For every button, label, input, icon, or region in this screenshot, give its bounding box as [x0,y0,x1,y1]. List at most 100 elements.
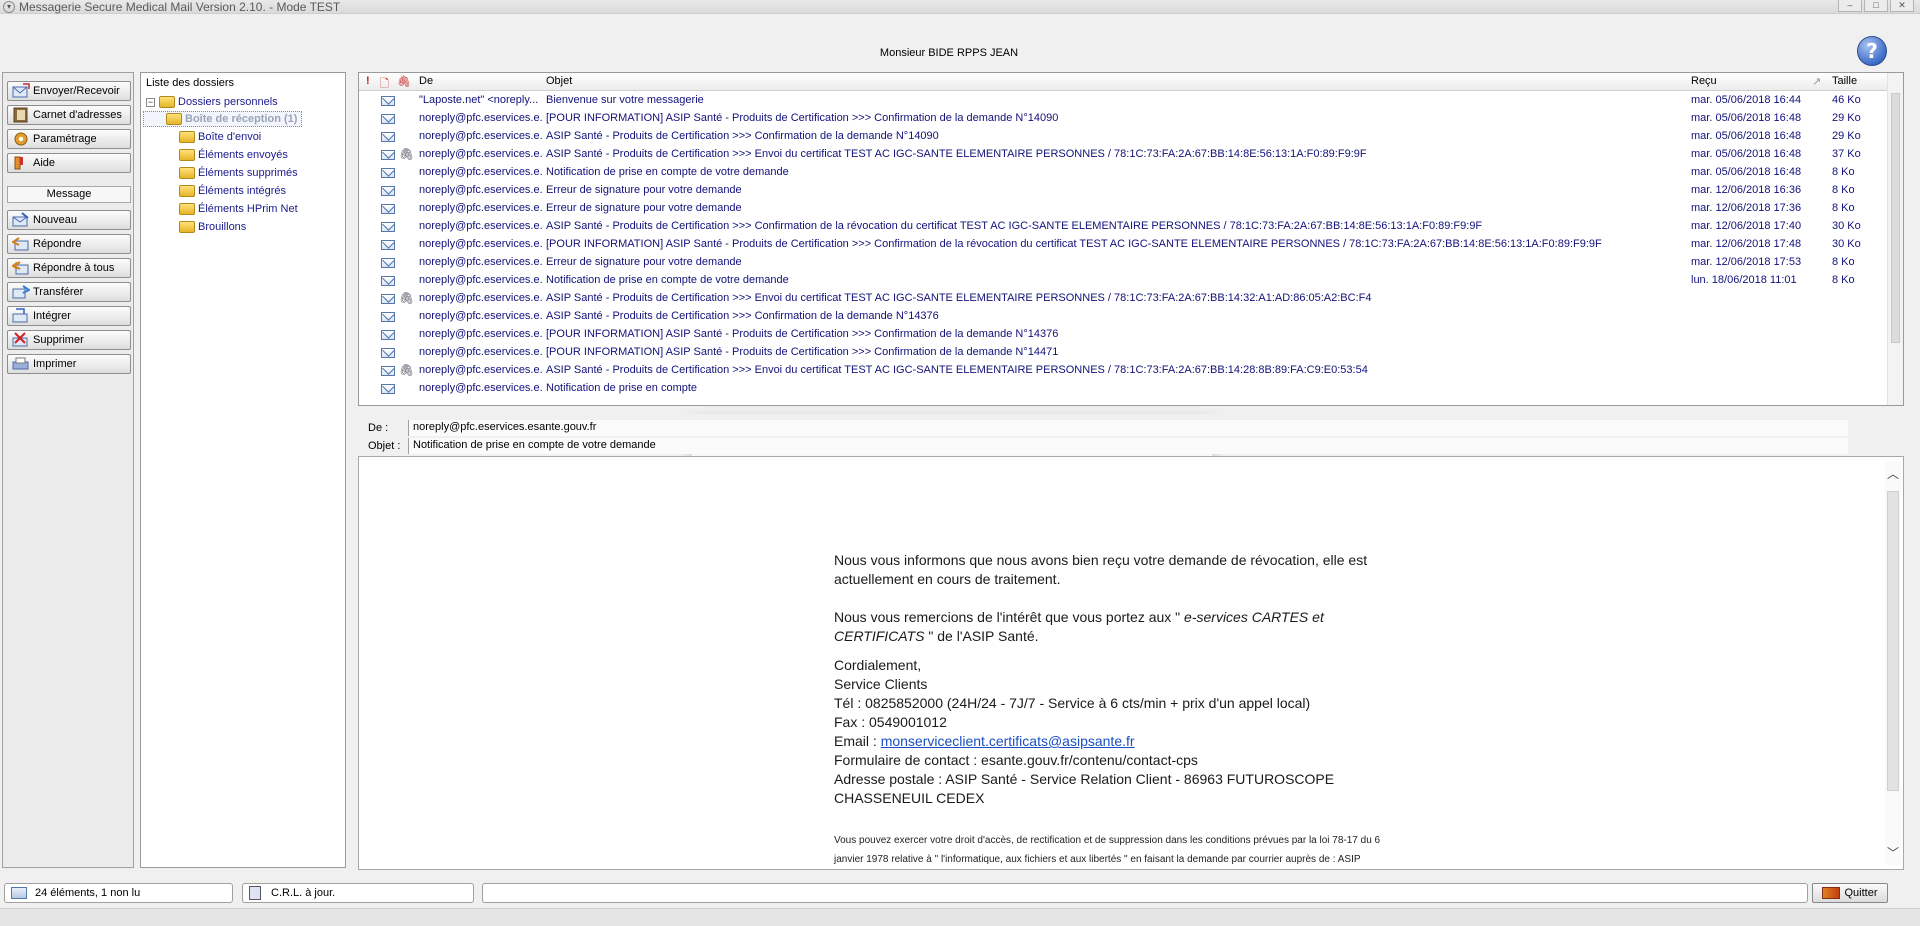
row-from: noreply@pfc.eservices.e... [419,166,543,178]
message-list-scroll-thumb[interactable] [1891,93,1900,343]
hprim-folder-icon [179,203,195,215]
help-button[interactable]: Aide [7,153,131,173]
help-icon[interactable]: ? [1857,36,1887,66]
reply-button[interactable]: Répondre [7,234,131,254]
mail-thanks-pre: Nous vous remercions de l'intérêt que vo… [834,609,1181,625]
envelope-icon [381,348,395,361]
row-from: noreply@pfc.eservices.e... [419,238,543,250]
row-from: noreply@pfc.eservices.e... [419,256,543,268]
status-bar: 24 éléments, 1 non lu C.R.L. à jour. Qui… [0,880,1920,906]
table-row[interactable]: noreply@pfc.eservices.e... ASIP Santé - P… [359,218,1887,236]
reply-all-button[interactable]: Répondre à tous [7,258,131,278]
folder-hprim-net[interactable]: Éléments HPrim Net [179,201,298,217]
table-row[interactable]: noreply@pfc.eservices.e... [POUR INFORMAT… [359,344,1887,362]
attachment-icon: 🖇 [399,363,415,377]
row-size: 46 Ko [1832,94,1861,106]
preview-scrollbar[interactable]: ︿ ﹀ [1885,461,1901,865]
folder-outbox[interactable]: Boîte d'envoi [179,129,261,145]
mail-closing: Cordialement, [834,657,922,673]
reply-all-icon [11,260,30,276]
mail-legal-line-2: janvier 1978 relative à " l'informatique… [834,854,1361,865]
attachment-icon: 🖇 [399,147,415,161]
folder-hprim-label: Éléments HPrim Net [198,203,298,215]
folder-sent[interactable]: Éléments envoyés [179,147,288,163]
row-from: noreply@pfc.eservices.e... [419,202,543,214]
attachment-icon: 🖇 [399,291,415,305]
scroll-down-icon[interactable]: ﹀ [1887,844,1899,861]
window-bottom-edge [0,908,1920,926]
col-from-header[interactable]: De [419,75,433,87]
table-row[interactable]: 🖇 noreply@pfc.eservices.e... ASIP Santé - … [359,146,1887,164]
mail-email-link[interactable]: monserviceclient.certificats@asipsante.f… [881,733,1135,749]
envelope-icon [381,186,395,199]
envelope-icon [381,276,395,289]
folder-deleted-label: Éléments supprimés [198,167,298,179]
settings-button[interactable]: Paramétrage [7,129,131,149]
row-subject: Erreur de signature pour votre demande [546,184,742,196]
message-list-scrollbar[interactable] [1887,73,1903,405]
system-menu-icon[interactable]: ▾ [3,0,15,13]
quit-button[interactable]: Quitter [1812,883,1888,903]
integrate-button[interactable]: Intégrer [7,306,131,326]
row-received: mar. 12/06/2018 16:36 [1691,184,1802,196]
close-button[interactable]: ✕ [1890,0,1914,12]
new-message-button[interactable]: Nouveau [7,210,131,230]
send-receive-button[interactable]: Envoyer/Recevoir [7,81,131,101]
table-row[interactable]: noreply@pfc.eservices.e... Notification d… [359,164,1887,182]
envelope-icon [381,96,395,109]
preview-subject-label: Objet : [368,440,401,452]
col-priority-header[interactable]: ! [366,75,370,87]
delete-button[interactable]: Supprimer [7,330,131,350]
table-row[interactable]: noreply@pfc.eservices.e... [POUR INFORMAT… [359,110,1887,128]
table-row[interactable]: noreply@pfc.eservices.e... Erreur de sign… [359,254,1887,272]
print-button[interactable]: Imprimer [7,354,131,374]
address-book-icon [12,107,30,123]
col-subject-header[interactable]: Objet [546,75,572,87]
deleted-folder-icon [179,167,195,179]
table-row[interactable]: noreply@pfc.eservices.e... Notification d… [359,380,1887,398]
tree-root-personal-folders[interactable]: − Dossiers personnels [146,94,278,110]
tree-collapse-toggle[interactable]: − [146,97,155,107]
message-list-header: ! 🗋 🖇 De Objet Reçu ↗ Taille [359,73,1903,91]
crl-document-icon [249,886,261,900]
sent-folder-icon [179,149,195,161]
forward-button[interactable]: Transférer [7,282,131,302]
table-row[interactable]: noreply@pfc.eservices.e... ASIP Santé - P… [359,308,1887,326]
col-size-header[interactable]: Taille [1832,75,1857,87]
table-row[interactable]: "Laposte.net" <noreply... Bienvenue sur v… [359,92,1887,110]
folder-drafts-label: Brouillons [198,221,247,233]
status-count: 24 éléments, 1 non lu [35,887,141,899]
preview-scroll-thumb[interactable] [1887,491,1899,791]
col-attachment-header[interactable]: 🖇 [397,75,411,88]
folder-inbox[interactable]: Boîte de réception (1) [143,111,303,127]
row-received: lun. 18/06/2018 11:01 [1691,274,1797,286]
table-row[interactable]: noreply@pfc.eservices.e... Erreur de sign… [359,182,1887,200]
table-row[interactable]: noreply@pfc.eservices.e... [POUR INFORMAT… [359,326,1887,344]
folder-drafts[interactable]: Brouillons [179,219,246,235]
mail-content: Nous vous informons que nous avons bien … [834,457,1394,869]
mailbox-status-icon [11,887,27,899]
address-book-button[interactable]: Carnet d'adresses [7,105,131,125]
table-row[interactable]: noreply@pfc.eservices.e... ASIP Santé - P… [359,128,1887,146]
status-empty-cell [482,883,1808,903]
maximize-button[interactable]: □ [1864,0,1888,12]
integrate-icon [12,308,30,324]
folder-deleted[interactable]: Éléments supprimés [179,165,298,181]
mail-contact-form: Formulaire de contact : esante.gouv.fr/c… [834,752,1198,768]
table-row[interactable]: noreply@pfc.eservices.e... [POUR INFORMAT… [359,236,1887,254]
table-row[interactable]: noreply@pfc.eservices.e... Erreur de sign… [359,200,1887,218]
folder-integrated[interactable]: Éléments intégrés [179,183,286,199]
table-row[interactable]: 🖇 noreply@pfc.eservices.e... ASIP Santé - … [359,290,1887,308]
table-row[interactable]: 🖇 noreply@pfc.eservices.e... ASIP Santé - … [359,362,1887,380]
table-row[interactable]: noreply@pfc.eservices.e... Notification d… [359,272,1887,290]
address-book-label: Carnet d'adresses [33,109,122,121]
status-count-cell: 24 éléments, 1 non lu [4,883,233,903]
col-received-header[interactable]: Reçu [1691,75,1717,87]
row-received: mar. 12/06/2018 17:40 [1691,220,1802,232]
minimize-button[interactable]: – [1838,0,1862,12]
row-size: 30 Ko [1832,238,1861,250]
status-crl: C.R.L. à jour. [271,887,336,899]
folder-tree-panel: Liste des dossiers − Dossiers personnels… [140,72,346,868]
scroll-up-icon[interactable]: ︿ [1887,465,1899,482]
reply-icon [11,236,30,252]
